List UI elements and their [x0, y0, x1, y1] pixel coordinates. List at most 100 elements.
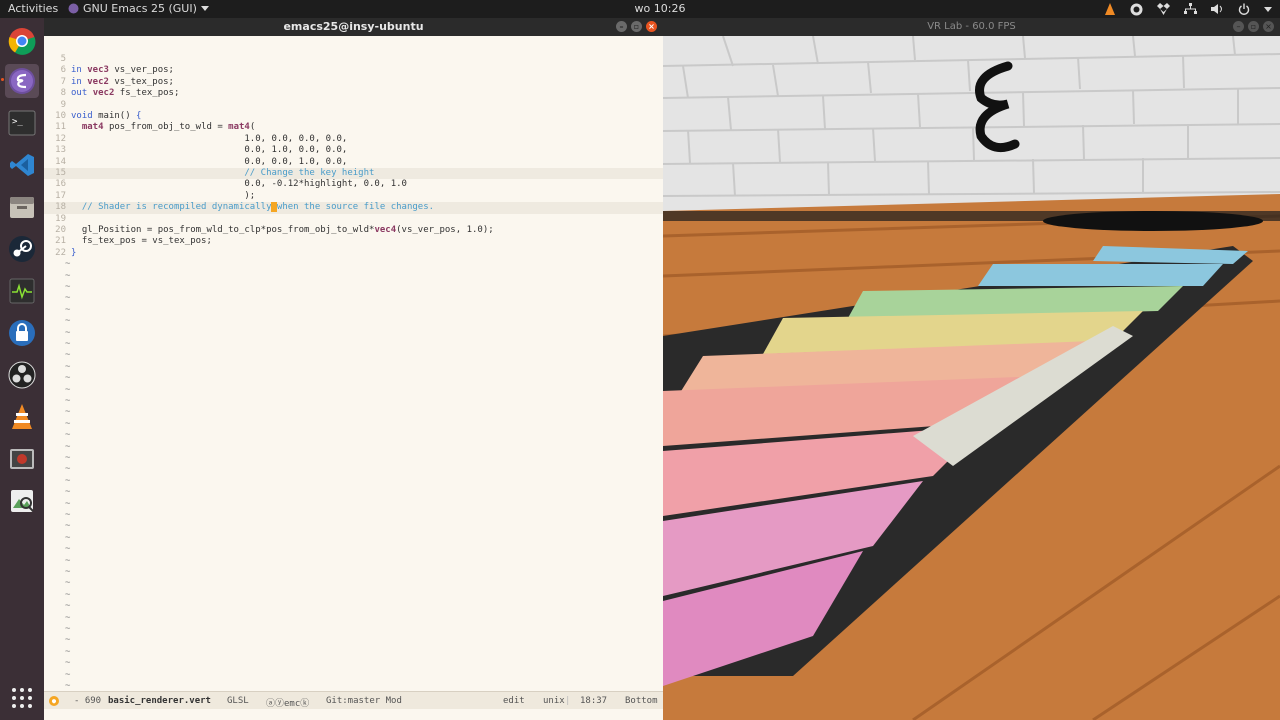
vscode-icon[interactable] — [5, 148, 39, 182]
code-line[interactable]: 9 — [44, 100, 663, 111]
empty-line-marker: ~ — [65, 532, 71, 543]
vlc-tray-icon[interactable] — [1104, 3, 1116, 15]
code-line[interactable]: 14 0.0, 0.0, 1.0, 0.0, — [44, 157, 663, 168]
empty-line-marker: ~ — [65, 282, 71, 292]
empty-line-marker: ~ — [65, 578, 71, 589]
line-text: 1.0, 0.0, 0.0, 0.0, — [71, 133, 348, 144]
code-line[interactable]: 17 ); — [44, 191, 663, 202]
volume-icon[interactable] — [1211, 3, 1224, 15]
app-menu[interactable]: GNU Emacs 25 (GUI) — [68, 2, 209, 15]
empty-line-marker: ~ — [65, 293, 71, 304]
buffer-size: - 690 — [74, 696, 102, 706]
steam-tray-icon[interactable] — [1130, 3, 1143, 16]
buffer-name[interactable]: basic_renderer.vert — [108, 696, 211, 706]
terminal-icon[interactable]: >_ — [5, 106, 39, 140]
vr-lab-window: VR Lab - 60.0 FPS – ▫ × — [663, 18, 1280, 720]
line-number: 11 — [55, 122, 66, 133]
code-line[interactable]: 13 0.0, 1.0, 0.0, 0.0, — [44, 145, 663, 156]
vr-minimize-button[interactable]: – — [1233, 21, 1244, 32]
image-viewer-icon[interactable] — [5, 484, 39, 518]
line-number: 20 — [55, 225, 66, 235]
power-icon[interactable] — [1238, 3, 1250, 15]
code-line[interactable]: 21 fs_tex_pos = vs_tex_pos; — [44, 236, 663, 247]
line-text: 0.0, -0.12*highlight, 0.0, 1.0 — [71, 179, 407, 190]
code-line[interactable]: 5 — [44, 54, 663, 65]
minibuffer[interactable] — [44, 709, 663, 720]
dock: >_ — [0, 18, 44, 720]
empty-line-marker: ~ — [65, 498, 71, 509]
code-line[interactable]: 19 — [44, 214, 663, 225]
empty-line-marker: ~ — [65, 339, 71, 349]
network-icon[interactable] — [1184, 3, 1197, 15]
major-mode[interactable]: GLSL — [227, 696, 249, 706]
code-line[interactable]: 7 in vec2 vs_tex_pos; — [44, 77, 663, 88]
recorder-icon[interactable] — [5, 442, 39, 476]
empty-line-marker: ~ — [65, 521, 71, 532]
vr-maximize-button[interactable]: ▫ — [1248, 21, 1259, 32]
line-number: 19 — [55, 213, 66, 224]
vc-status[interactable]: Git:master Mod — [326, 696, 402, 706]
code-line[interactable]: 8 out vec2 fs_tex_pos; — [44, 88, 663, 99]
empty-line-marker: ~ — [65, 589, 71, 600]
vr-scene[interactable] — [663, 36, 1280, 720]
obs-icon[interactable] — [5, 358, 39, 392]
line-text: // Change the key height — [71, 168, 375, 178]
line-text: out vec2 fs_tex_pos; — [71, 88, 180, 99]
code-line[interactable]: 18 // Shader is recompiled dynamically w… — [44, 202, 663, 214]
close-button[interactable]: × — [646, 21, 657, 32]
dropbox-tray-icon[interactable] — [1157, 3, 1170, 15]
code-line[interactable]: 20 gl_Position = pos_from_wld_to_clp*pos… — [44, 225, 663, 236]
emacs-small-icon — [68, 3, 79, 14]
code-line[interactable]: 6 in vec3 vs_ver_pos; — [44, 65, 663, 76]
minor-modes[interactable]: ⓐⓨemcⓚ — [266, 696, 309, 709]
line-text: 0.0, 0.0, 1.0, 0.0, — [71, 156, 348, 167]
line-number: 6 — [60, 65, 66, 76]
steam-icon[interactable] — [5, 232, 39, 266]
object-shadow — [1043, 211, 1263, 231]
empty-line-marker: ~ — [65, 396, 71, 406]
emacs-icon[interactable] — [1, 64, 39, 98]
vr-close-button[interactable]: × — [1263, 21, 1274, 32]
empty-line-marker: ~ — [65, 544, 71, 555]
line-text: in vec2 vs_tex_pos; — [71, 76, 174, 87]
empty-line-marker: ~ — [65, 555, 71, 566]
activities-button[interactable]: Activities — [8, 2, 58, 15]
chrome-icon[interactable] — [5, 24, 39, 58]
code-line[interactable]: 16 0.0, -0.12*highlight, 0.0, 1.0 — [44, 179, 663, 190]
vr-titlebar[interactable]: VR Lab - 60.0 FPS – ▫ × — [663, 18, 1280, 36]
line-number: 18 — [55, 202, 66, 213]
cursor-position: 18:37 — [580, 696, 608, 706]
empty-line-marker: ~ — [65, 441, 71, 452]
system-tray — [1104, 0, 1272, 18]
empty-line-marker: ~ — [65, 270, 71, 281]
empty-line-marker: ~ — [65, 567, 71, 577]
emacs-window-title: emacs25@insy-ubuntu — [283, 20, 424, 33]
code-line[interactable]: 15 // Change the key height — [44, 168, 663, 180]
empty-line-marker: ~ — [65, 304, 71, 315]
vlc-icon[interactable] — [5, 400, 39, 434]
system-menu-chevron-icon[interactable] — [1264, 6, 1272, 12]
empty-line-marker: ~ — [65, 681, 71, 691]
code-line[interactable]: 22} — [44, 248, 663, 259]
maximize-button[interactable]: ▫ — [631, 21, 642, 32]
brick-wall — [663, 36, 1280, 211]
keepass-icon[interactable] — [5, 316, 39, 350]
empty-line-marker: ~ — [65, 669, 71, 680]
edit-state: edit — [503, 696, 525, 706]
emacs-titlebar[interactable]: emacs25@insy-ubuntu – ▫ × — [44, 18, 663, 36]
minimize-button[interactable]: – — [616, 21, 627, 32]
line-text: } — [71, 247, 77, 258]
code-line[interactable]: 10 void main() { — [44, 111, 663, 122]
files-icon[interactable] — [5, 190, 39, 224]
clock[interactable]: wo 10:26 — [615, 2, 705, 15]
line-number: 14 — [55, 156, 66, 167]
line-text: in vec3 vs_ver_pos; — [71, 65, 174, 76]
code-line[interactable]: 12 1.0, 0.0, 0.0, 0.0, — [44, 134, 663, 145]
code-line[interactable]: 11 mat4 pos_from_obj_to_wld = mat4( — [44, 122, 663, 133]
app-grid-icon[interactable] — [5, 681, 39, 715]
line-number: 12 — [55, 133, 66, 144]
code-editor[interactable]: 5 6 in vec3 vs_ver_pos; 7 in vec2 vs_tex_pos… — [44, 36, 663, 701]
encoding[interactable]: unix — [543, 696, 565, 706]
system-monitor-icon[interactable] — [5, 274, 39, 308]
mode-line: ● - 690 basic_renderer.vert GLSL ⓐⓨemcⓚ … — [44, 691, 663, 709]
